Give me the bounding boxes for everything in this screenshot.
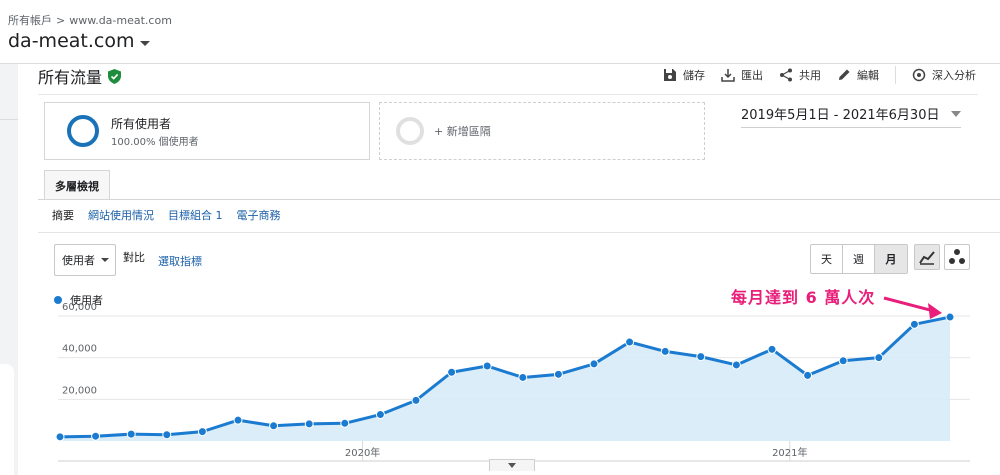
data-point: [767, 344, 777, 354]
x-tick-label: 2020年: [345, 446, 380, 459]
expand-chart-handle[interactable]: [489, 459, 535, 471]
data-point: [589, 359, 599, 369]
data-point: [55, 432, 65, 442]
data-point: [625, 337, 635, 347]
data-point: [660, 346, 670, 356]
series-area: [60, 317, 950, 441]
data-point: [838, 356, 848, 366]
data-point: [482, 361, 492, 371]
x-tick-label: 2021年: [772, 446, 807, 459]
data-point: [91, 431, 101, 441]
chart-annotation: 每月達到 6 萬人次: [731, 288, 876, 307]
y-tick-label: 60,000: [62, 302, 97, 313]
data-point: [340, 418, 350, 428]
data-point: [731, 360, 741, 370]
annotation-arrow-icon: [928, 303, 942, 320]
annotation-arrow-shaft: [883, 296, 935, 313]
data-point: [375, 410, 385, 420]
data-point: [162, 430, 172, 440]
data-point: [304, 419, 314, 429]
data-point: [696, 352, 706, 362]
data-point: [447, 367, 457, 377]
data-point: [909, 319, 919, 329]
data-point: [269, 421, 279, 431]
data-point: [233, 415, 243, 425]
chevron-down-icon: [508, 463, 516, 468]
data-point: [803, 370, 813, 380]
data-point: [518, 372, 528, 382]
data-point: [945, 312, 955, 322]
y-tick-label: 40,000: [62, 344, 97, 355]
y-tick-label: 20,000: [62, 385, 97, 396]
data-point: [197, 427, 207, 437]
users-chart: 20,000 40,000 60,000 2020年 2021年: [55, 296, 970, 462]
data-point: [874, 353, 884, 363]
data-point: [126, 429, 136, 439]
data-point: [411, 395, 421, 405]
data-point: [553, 369, 563, 379]
